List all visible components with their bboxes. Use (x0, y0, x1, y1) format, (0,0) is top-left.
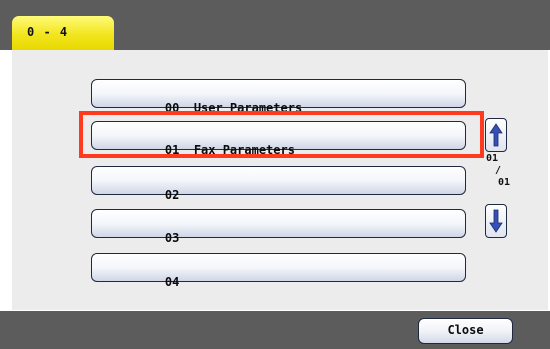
selection-highlight (79, 111, 484, 158)
panel-screen: 0 - 4 00 User Parameters 01 Fax Paramete… (0, 0, 550, 349)
arrow-down-icon (489, 209, 503, 233)
param-code: 04 (164, 275, 180, 289)
tab-0-4[interactable]: 0 - 4 (12, 16, 114, 50)
param-code: 03 (164, 231, 180, 245)
arrow-up-icon (489, 123, 503, 147)
scroll-up-button[interactable] (485, 118, 507, 152)
page-total: 01 (497, 177, 510, 188)
param-button-00[interactable]: 00 User Parameters (91, 79, 466, 115)
page-separator: / (494, 165, 502, 176)
param-button-03[interactable]: 03 (91, 209, 466, 245)
param-code: 02 (164, 188, 180, 202)
page-indicator: 01 / 01 (486, 153, 510, 189)
param-button-02[interactable]: 02 (91, 166, 466, 202)
page-current: 01 (486, 153, 499, 164)
close-button[interactable]: Close (418, 318, 513, 344)
scroll-down-button[interactable] (485, 204, 507, 238)
param-button-04[interactable]: 04 (91, 253, 466, 289)
